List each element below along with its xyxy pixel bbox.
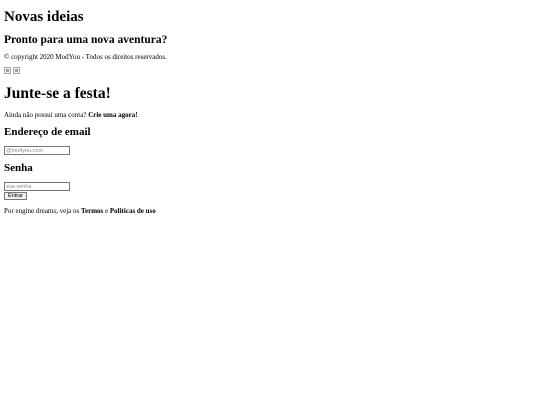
terms-prefix: Por engine dreams, veja os [4,207,81,215]
hero-title: Novas ideias [4,9,84,25]
create-account-link[interactable]: Crie uma agora! [88,111,137,119]
broken-image-icon[interactable] [4,67,11,74]
terms-separator: e [103,207,110,215]
password-field[interactable] [4,182,70,191]
privacy-policy-link[interactable]: Politicas de uso [110,207,156,215]
terms-notice: Por engine dreams, veja os Termos e Poli… [4,207,156,216]
email-field[interactable] [4,146,70,155]
login-button[interactable]: Entrar [4,192,27,200]
page: Novas ideias Pronto para uma nova aventu… [0,0,540,405]
copyright-text: © copyright 2020 ModYou - Todos os direi… [4,53,167,61]
signup-prompt: Ainda não possui uma conta? Crie uma ago… [4,111,138,120]
hero-subtitle: Pronto para uma nova aventura? [4,34,168,46]
terms-link[interactable]: Termos [81,207,103,215]
signup-prompt-text: Ainda não possui uma conta? [4,111,89,119]
join-title: Junte-se a festa! [4,85,111,102]
broken-image-icon[interactable] [13,67,20,74]
password-label: Senha [4,162,33,174]
email-label: Endereço de email [4,126,91,138]
store-badges [4,67,20,74]
